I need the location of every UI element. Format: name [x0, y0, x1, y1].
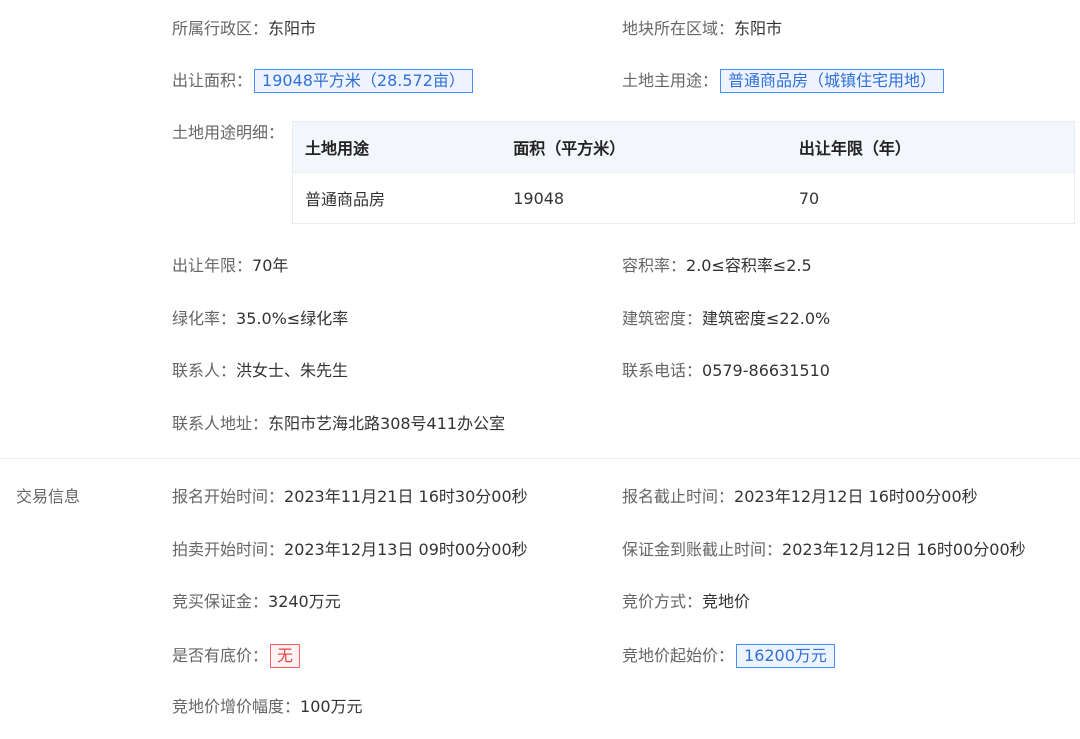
field-label: 出让面积：	[172, 71, 253, 90]
field-contact: 联系人：洪女士、朱先生	[172, 361, 348, 381]
field-phone: 联系电话：0579-86631510	[622, 361, 830, 381]
land-use-table: 土地用途 面积（平方米） 出让年限（年） 普通商品房 19048 70	[292, 121, 1075, 224]
field-auction-start: 拍卖开始时间：2023年12月13日 09时00分00秒	[172, 540, 528, 560]
table-header-term: 出让年限（年）	[786, 121, 1075, 173]
reserve-price-tag: 无	[270, 644, 301, 668]
section-divider	[0, 458, 1080, 459]
field-building-density: 建筑密度：建筑密度≤22.0%	[622, 309, 830, 329]
field-label: 联系电话：	[622, 361, 703, 380]
table-cell-use: 普通商品房	[305, 190, 386, 209]
main-use-tag: 普通商品房（城镇住宅用地）	[720, 69, 945, 93]
field-value: 2023年11月21日 16时30分00秒	[284, 487, 528, 506]
field-label: 保证金到账截止时间：	[622, 540, 783, 559]
field-signup-start: 报名开始时间：2023年11月21日 16时30分00秒	[172, 487, 528, 507]
field-district: 所属行政区：东阳市	[172, 19, 316, 39]
field-value: 洪女士、朱先生	[236, 361, 349, 380]
field-start-price: 竞地价起始价： 16200万元	[622, 644, 835, 668]
table-header-row: 土地用途 面积（平方米） 出让年限（年）	[292, 121, 1075, 173]
field-label: 出让年限：	[172, 256, 253, 275]
field-value: 35.0%≤绿化率	[236, 309, 349, 328]
field-signup-end: 报名截止时间：2023年12月12日 16时00分00秒	[622, 487, 978, 507]
field-value: 2023年12月12日 16时00分00秒	[782, 540, 1026, 559]
start-price-tag: 16200万元	[736, 644, 835, 668]
field-value: 东阳市艺海北路308号411办公室	[268, 414, 506, 433]
field-value: 70年	[252, 256, 289, 275]
field-label: 竞地价增价幅度：	[172, 697, 301, 716]
field-green-rate: 绿化率：35.0%≤绿化率	[172, 309, 348, 329]
table-cell-term: 70	[798, 188, 820, 208]
table-header-area: 面积（平方米）	[501, 121, 787, 173]
field-label: 竞地价起始价：	[622, 646, 735, 665]
field-label: 绿化率：	[172, 309, 237, 328]
field-value: 3240万元	[268, 592, 341, 611]
field-label: 是否有底价：	[172, 646, 269, 665]
field-reserve-price: 是否有底价：无	[172, 644, 301, 668]
field-region: 地块所在区域：东阳市	[622, 19, 782, 39]
field-label: 所属行政区：	[172, 19, 269, 38]
table-header-use: 土地用途	[292, 121, 502, 173]
use-detail-label: 土地用途明细：	[172, 123, 285, 142]
field-label: 建筑密度：	[622, 309, 703, 328]
field-bid-method: 竞价方式：竞地价	[622, 592, 750, 612]
field-term: 出让年限：70年	[172, 256, 288, 276]
field-main-use: 土地主用途： 普通商品房（城镇住宅用地）	[622, 69, 945, 93]
field-label: 土地主用途：	[622, 71, 719, 90]
field-label: 联系人地址：	[172, 414, 269, 433]
field-label: 容积率：	[622, 256, 687, 275]
field-value: 竞地价	[702, 592, 751, 611]
field-label: 地块所在区域：	[622, 19, 735, 38]
area-tag: 19048平方米（28.572亩）	[254, 69, 473, 93]
table-row: 普通商品房 19048 70	[293, 173, 1075, 224]
field-label: 竞价方式：	[622, 592, 703, 611]
field-area: 出让面积： 19048平方米（28.572亩）	[172, 69, 473, 93]
field-value: 建筑密度≤22.0%	[702, 309, 831, 328]
field-value: 2023年12月13日 09时00分00秒	[284, 540, 528, 559]
field-plot-ratio: 容积率：2.0≤容积率≤2.5	[622, 256, 812, 276]
field-value: 东阳市	[734, 19, 783, 38]
field-label: 报名开始时间：	[172, 487, 285, 506]
field-label: 拍卖开始时间：	[172, 540, 285, 559]
field-label: 联系人：	[172, 361, 237, 380]
field-label: 竞买保证金：	[172, 592, 269, 611]
field-deposit-deadline: 保证金到账截止时间：2023年12月12日 16时00分00秒	[622, 540, 1026, 560]
field-deposit: 竞买保证金：3240万元	[172, 592, 341, 612]
field-value: 100万元	[300, 697, 363, 716]
field-value: 0579-86631510	[702, 361, 830, 380]
field-value: 东阳市	[268, 19, 317, 38]
field-value: 2.0≤容积率≤2.5	[686, 256, 812, 275]
field-value: 2023年12月12日 16时00分00秒	[734, 487, 978, 506]
field-increment: 竞地价增价幅度：100万元	[172, 697, 363, 717]
field-address: 联系人地址：东阳市艺海北路308号411办公室	[172, 414, 505, 434]
section-title-transaction: 交易信息	[16, 487, 81, 506]
table-cell-area: 19048	[513, 188, 565, 208]
field-label: 报名截止时间：	[622, 487, 735, 506]
